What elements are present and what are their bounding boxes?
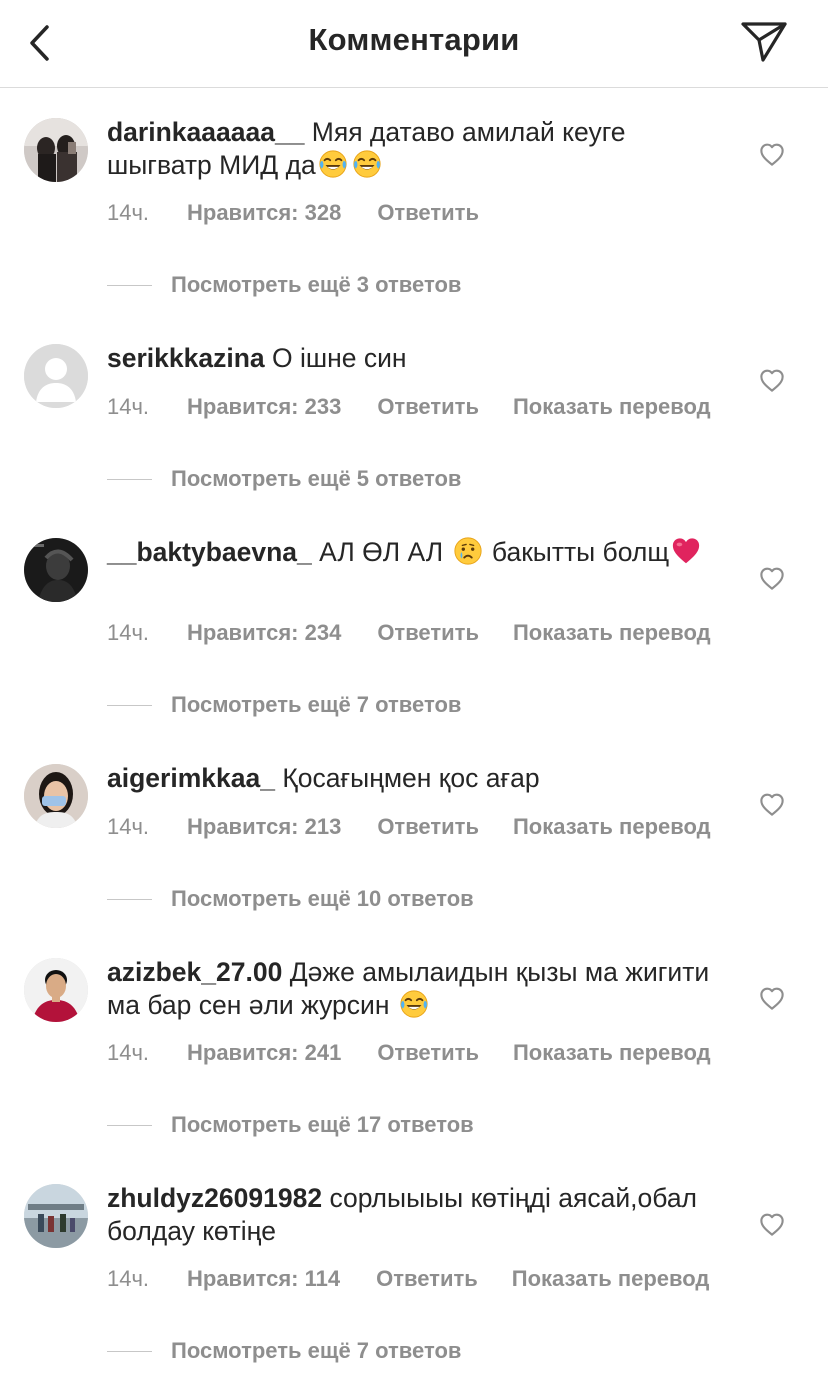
heart-outline-icon [757,365,787,395]
heart-outline-icon [757,139,787,169]
comment-body: О ішне син [264,343,407,373]
like-button[interactable] [756,138,788,170]
heart-outline-icon [757,1209,787,1239]
avatar[interactable] [24,958,88,1022]
view-replies-divider [107,478,152,480]
comment-username[interactable]: zhuldyz26091982 [107,1183,322,1213]
likes-count-link[interactable]: Нравится: 114 [187,1266,340,1292]
header-bar: Комментарии [0,0,828,88]
reply-button[interactable]: Ответить [376,1266,478,1292]
view-replies-divider [107,1124,152,1126]
heart-outline-icon [757,563,787,593]
red-heart-emoji-icon [671,536,701,566]
comment-item: aigerimkkaa_ Қосағыңмен қос ағар 14ч. Нр… [0,734,828,960]
view-replies-label: Посмотреть ещё 10 ответов [171,886,474,911]
comment-meta: 14ч. Нравится: 241 Ответить Показать пер… [107,1040,711,1066]
comment-item: serikkkazina О ішне син 14ч. Нравится: 2… [0,314,828,540]
comment-text: azizbek_27.00 Дәже амылаидын қызы ма жиг… [107,956,727,1022]
show-translation-button[interactable]: Показать перевод [513,814,711,840]
view-replies-divider [107,284,152,286]
comment-username[interactable]: __baktybaevna_ [107,537,312,567]
comment-item: azizbek_27.00 Дәже амылаидын қызы ма жиг… [0,928,828,1154]
view-replies-divider [107,898,152,900]
comment-body-a: АЛ ӨЛ АЛ [311,537,451,567]
view-replies-label: Посмотреть ещё 17 ответов [171,1112,474,1137]
comment-meta: 14ч. Нравится: 213 Ответить Показать пер… [107,814,711,840]
show-translation-button[interactable]: Показать перевод [513,394,711,420]
view-replies-link[interactable]: Посмотреть ещё 5 ответов [107,466,461,492]
face-with-tears-of-joy-emoji-icon [318,149,348,179]
like-button[interactable] [756,364,788,396]
comment-username[interactable]: aigerimkkaa_ [107,763,275,793]
view-replies-label: Посмотреть ещё 5 ответов [171,466,462,491]
comment-body: Қосағыңмен қос ағар [274,763,540,793]
view-replies-label: Посмотреть ещё 7 ответов [171,692,462,717]
comment-time: 14ч. [107,814,150,839]
view-replies-label: Посмотреть ещё 7 ответов [171,1338,462,1363]
show-translation-button[interactable]: Показать перевод [512,1266,710,1292]
avatar[interactable] [24,764,88,828]
comment-time: 14ч. [107,394,150,419]
comment-text: serikkkazina О ішне син [107,342,727,375]
likes-count-link[interactable]: Нравится: 328 [187,200,341,226]
comment-text: aigerimkkaa_ Қосағыңмен қос ағар [107,762,727,795]
comment-username[interactable]: azizbek_27.00 [107,957,282,987]
avatar[interactable] [24,1184,88,1248]
comment-text: __baktybaevna_ АЛ ӨЛ АЛ бакытты болщ [107,536,727,569]
like-button[interactable] [756,788,788,820]
comment-text: darinkaaaaaa__ Мяя датаво амилай кеуге ш… [107,116,727,182]
face-with-tears-of-joy-emoji-icon [399,989,429,1019]
view-replies-link[interactable]: Посмотреть ещё 10 ответов [107,886,474,912]
avatar[interactable] [24,344,88,408]
comment-time: 14ч. [107,200,150,225]
page-title: Комментарии [308,22,520,57]
comment-text: zhuldyz26091982 сорлыыыы көтіңді аясай,о… [107,1182,727,1248]
comment-time: 14ч. [107,1040,150,1065]
comment-meta: 14ч. Нравится: 114 Ответить Показать пер… [107,1266,709,1292]
like-button[interactable] [756,562,788,594]
likes-count-link[interactable]: Нравится: 241 [187,1040,341,1066]
like-button[interactable] [756,982,788,1014]
reply-button[interactable]: Ответить [377,814,479,840]
comment-body-b: бакытты болщ [484,537,670,567]
view-replies-divider [107,704,152,706]
show-translation-button[interactable]: Показать перевод [513,620,711,646]
likes-count-link[interactable]: Нравится: 234 [187,620,341,646]
comment-time: 14ч. [107,620,150,645]
comment-time: 14ч. [107,1266,150,1291]
comment-meta: 14ч. Нравится: 328 Ответить [107,200,513,226]
crying-face-emoji-icon [453,536,483,566]
comment-username[interactable]: darinkaaaaaa__ [107,117,304,147]
like-button[interactable] [756,1208,788,1240]
share-button[interactable] [736,16,792,68]
view-replies-divider [107,1350,152,1352]
paper-plane-icon [741,22,787,62]
comments-list: darinkaaaaaa__ Мяя датаво амилай кеуге ш… [0,88,828,1380]
reply-button[interactable]: Ответить [377,620,479,646]
comment-item: zhuldyz26091982 сорлыыыы көтіңді аясай,о… [0,1154,828,1380]
heart-outline-icon [757,983,787,1013]
view-replies-link[interactable]: Посмотреть ещё 7 ответов [107,1338,461,1364]
comment-username[interactable]: serikkkazina [107,343,265,373]
reply-button[interactable]: Ответить [377,200,479,226]
comment-item: __baktybaevna_ АЛ ӨЛ АЛ бакытты болщ 14ч… [0,508,828,734]
comment-meta: 14ч. Нравится: 234 Ответить Показать пер… [107,620,711,646]
avatar[interactable] [24,118,88,182]
view-replies-link[interactable]: Посмотреть ещё 3 ответов [107,272,461,298]
likes-count-link[interactable]: Нравится: 233 [187,394,341,420]
view-replies-link[interactable]: Посмотреть ещё 17 ответов [107,1112,474,1138]
view-replies-link[interactable]: Посмотреть ещё 7 ответов [107,692,461,718]
heart-outline-icon [757,789,787,819]
view-replies-label: Посмотреть ещё 3 ответов [171,272,462,297]
comment-meta: 14ч. Нравится: 233 Ответить Показать пер… [107,394,711,420]
show-translation-button[interactable]: Показать перевод [513,1040,711,1066]
comment-item: darinkaaaaaa__ Мяя датаво амилай кеуге ш… [0,88,828,314]
avatar[interactable] [24,538,88,602]
face-with-tears-of-joy-emoji-icon [352,149,382,179]
reply-button[interactable]: Ответить [377,1040,479,1066]
likes-count-link[interactable]: Нравится: 213 [187,814,341,840]
reply-button[interactable]: Ответить [377,394,479,420]
